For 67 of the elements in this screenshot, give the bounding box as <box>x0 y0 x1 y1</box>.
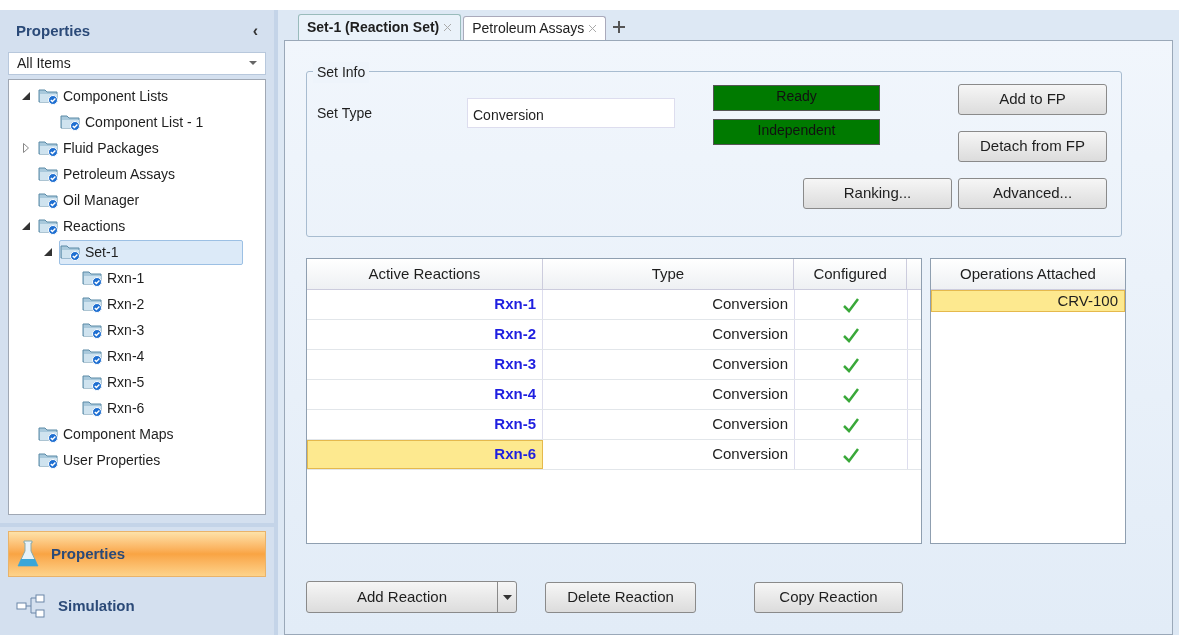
table-cell: Conversion <box>543 440 795 469</box>
button[interactable]: Copy Reaction <box>754 581 903 613</box>
tab[interactable]: Set-1 (Reaction Set) <box>298 14 462 40</box>
folder-icon <box>82 373 104 391</box>
nav-button[interactable]: Properties <box>8 531 266 577</box>
reaction-name-cell[interactable]: Rxn-1 <box>307 290 543 319</box>
reaction-name-cell[interactable]: Rxn-6 <box>307 440 543 469</box>
folder-icon <box>60 113 82 131</box>
tree-item[interactable]: Petroleum Assays <box>37 161 185 187</box>
tree-item[interactable]: Fluid Packages <box>37 135 168 161</box>
tree-item[interactable]: Rxn-6 <box>81 395 154 421</box>
tree-item[interactable]: User Properties <box>37 447 170 473</box>
button[interactable]: Advanced... <box>958 178 1107 209</box>
dropdown-arrow-icon <box>249 61 257 66</box>
tree-item[interactable]: Rxn-1 <box>81 265 154 291</box>
table-cell: Conversion <box>543 290 795 319</box>
tree-item[interactable]: Set-1 <box>59 239 243 265</box>
flowsheet-icon <box>16 593 46 619</box>
tree-item[interactable]: Component List - 1 <box>59 109 213 135</box>
button[interactable]: Detach from FP <box>958 131 1107 162</box>
tree-item[interactable]: Rxn-3 <box>81 317 154 343</box>
button[interactable]: Add to FP <box>958 84 1107 115</box>
panel-title: Properties <box>16 20 91 41</box>
folder-icon <box>38 191 60 209</box>
folder-icon <box>60 243 82 261</box>
folder-icon <box>82 399 104 417</box>
tree-item[interactable]: Component Maps <box>37 421 183 447</box>
button[interactable]: Delete Reaction <box>545 581 696 613</box>
table-cell: Conversion <box>543 410 795 439</box>
column-header: Active Reactions <box>307 259 543 289</box>
operation-cell[interactable]: CRV-100 <box>931 290 1125 312</box>
reaction-name-cell[interactable]: Rxn-2 <box>307 320 543 349</box>
tab[interactable]: Petroleum Assays <box>463 16 607 40</box>
status-indicator: Independent <box>713 119 880 145</box>
filter-dropdown[interactable]: All Items <box>8 52 266 75</box>
reaction-name-cell[interactable]: Rxn-3 <box>307 350 543 379</box>
folder-icon <box>38 165 60 183</box>
tree-item[interactable]: Reactions <box>37 213 135 239</box>
flask-icon <box>17 539 39 569</box>
column-header: Configured <box>794 259 907 289</box>
status-indicator: Ready <box>713 85 880 111</box>
table-cell: Conversion <box>543 350 795 379</box>
button[interactable]: Ranking... <box>803 178 952 209</box>
folder-icon <box>38 217 60 235</box>
folder-icon <box>38 425 60 443</box>
table-cell: Conversion <box>543 320 795 349</box>
tree-item[interactable]: Rxn-5 <box>81 369 154 395</box>
folder-icon <box>82 347 104 365</box>
table-cell: Conversion <box>543 380 795 409</box>
tree-item[interactable]: Rxn-4 <box>81 343 154 369</box>
set-type-field[interactable]: Conversion <box>467 98 675 128</box>
tree-item[interactable]: Component Lists <box>37 83 178 109</box>
nav-button[interactable]: Simulation <box>8 583 266 629</box>
folder-icon <box>38 87 60 105</box>
folder-icon <box>82 321 104 339</box>
reaction-name-cell[interactable]: Rxn-4 <box>307 380 543 409</box>
collapse-button[interactable]: ‹ <box>252 19 258 43</box>
tree-item[interactable]: Oil Manager <box>37 187 149 213</box>
folder-icon <box>38 139 60 157</box>
split-button[interactable]: Add Reaction <box>306 581 517 613</box>
folder-icon <box>38 451 60 469</box>
tree-item[interactable]: Rxn-2 <box>81 291 154 317</box>
field-label: Set Type <box>317 103 373 123</box>
folder-icon <box>82 269 104 287</box>
folder-icon <box>82 295 104 313</box>
column-header: Type <box>542 259 795 289</box>
reaction-name-cell[interactable]: Rxn-5 <box>307 410 543 439</box>
